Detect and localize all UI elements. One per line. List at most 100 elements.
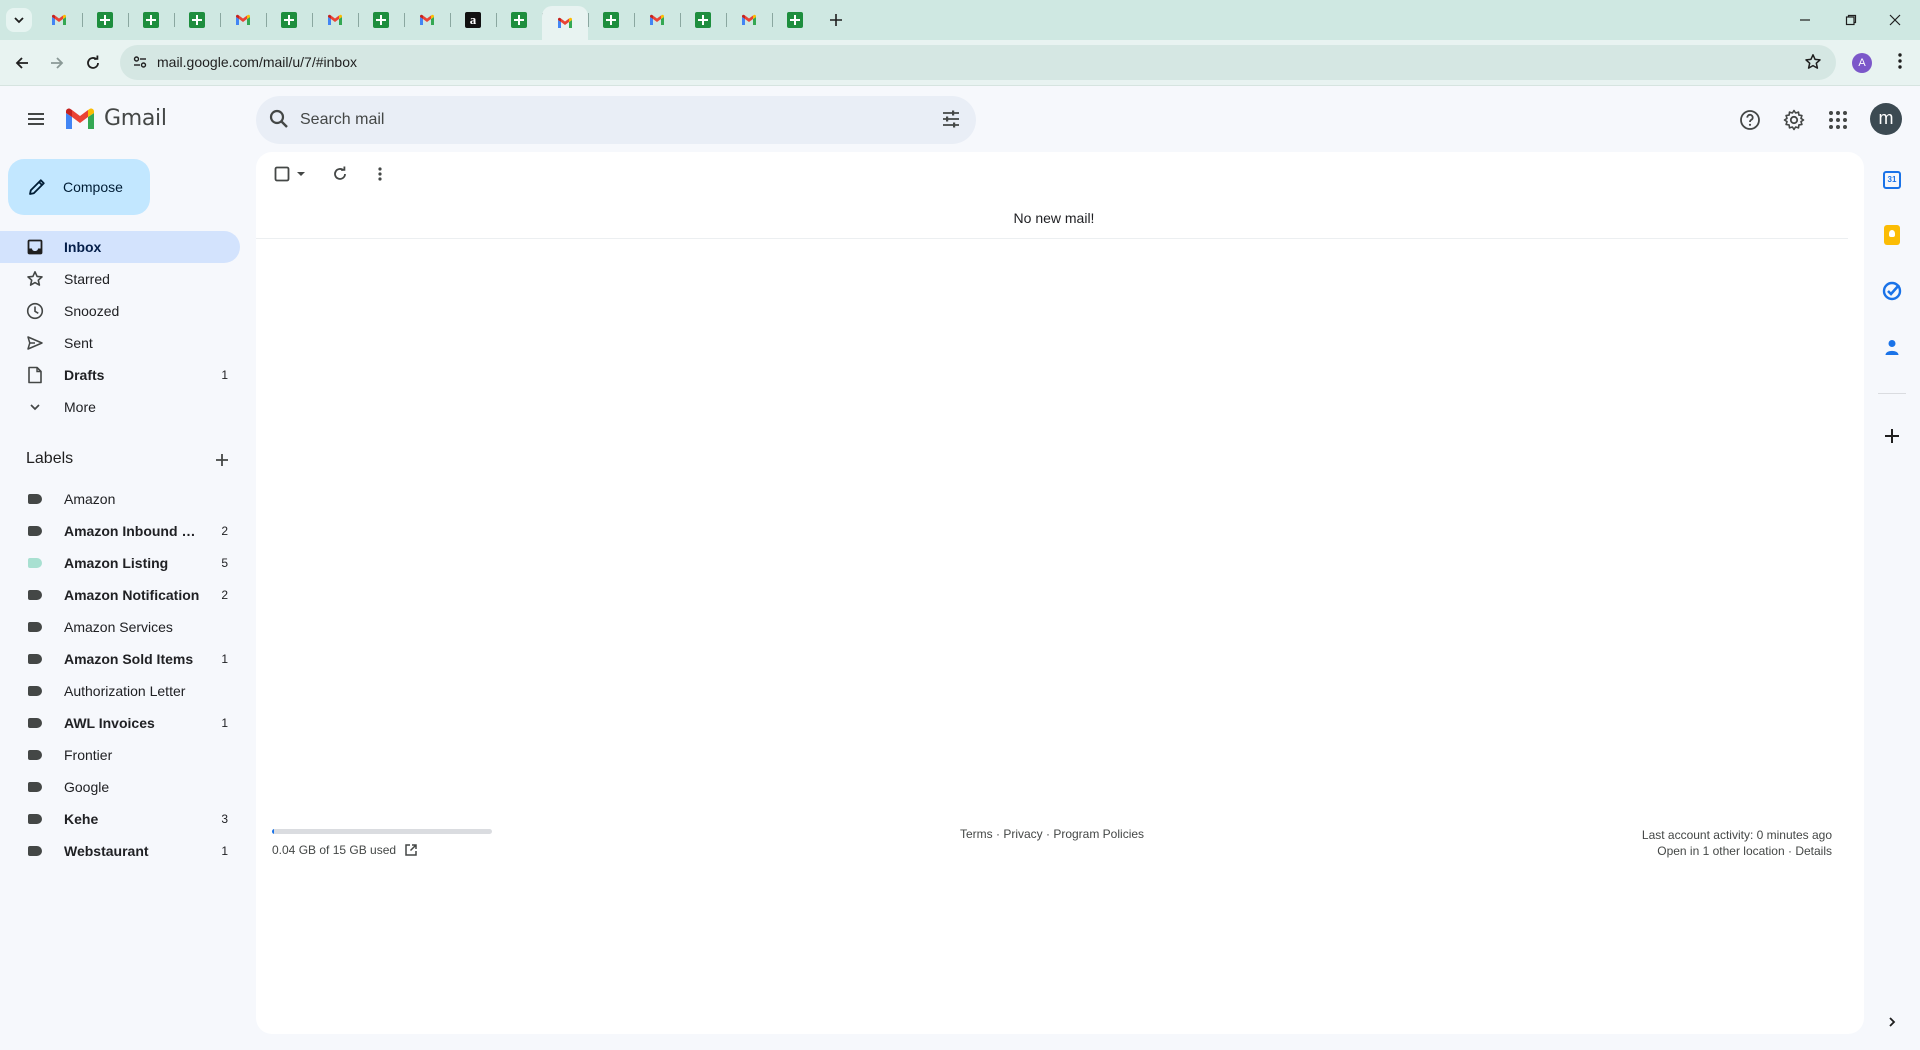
caret-down-icon[interactable] xyxy=(296,169,306,179)
browser-tab-sheets[interactable] xyxy=(82,6,128,34)
compose-button[interactable]: Compose xyxy=(8,159,150,215)
last-activity-text: Last account activity: 0 minutes ago xyxy=(1641,828,1832,842)
label-item[interactable]: Amazon xyxy=(0,483,240,515)
nav-item-label: Sent xyxy=(64,335,93,351)
reload-button[interactable] xyxy=(77,47,109,79)
google-apps-button[interactable] xyxy=(1822,104,1854,136)
label-item[interactable]: AWL Invoices 1 xyxy=(0,707,240,739)
search-bar xyxy=(256,96,976,144)
sheets-favicon-icon xyxy=(143,12,159,28)
show-side-panel-button[interactable] xyxy=(1880,1010,1904,1034)
browser-tab-sheets[interactable] xyxy=(358,6,404,34)
browser-tab-gmail[interactable] xyxy=(220,6,266,34)
site-info-icon[interactable] xyxy=(132,54,148,70)
browser-profile-avatar[interactable]: A xyxy=(1852,53,1872,73)
browser-tab-gmail[interactable] xyxy=(726,6,772,34)
label-item[interactable]: Webstaurant 1 xyxy=(0,835,240,867)
select-all-checkbox[interactable] xyxy=(274,166,306,182)
nav-item-snoozed[interactable]: Snoozed xyxy=(0,295,240,327)
url-text[interactable]: mail.google.com/mail/u/7/#inbox xyxy=(157,54,357,70)
open-in-new-icon[interactable] xyxy=(404,843,418,857)
label-icon-wrap xyxy=(26,554,44,572)
label-tag-icon xyxy=(28,494,42,504)
address-bar[interactable]: mail.google.com/mail/u/7/#inbox xyxy=(120,45,1836,80)
sheets-favicon-icon xyxy=(281,12,297,28)
settings-button[interactable] xyxy=(1778,104,1810,136)
search-button[interactable] xyxy=(268,108,290,135)
browser-tab-sheets[interactable] xyxy=(680,6,726,34)
browser-menu-icon[interactable] xyxy=(1890,51,1910,71)
contacts-app-button[interactable] xyxy=(1880,335,1904,359)
label-item[interactable]: Google xyxy=(0,771,240,803)
browser-tab-gmail[interactable] xyxy=(634,6,680,34)
new-tab-button[interactable] xyxy=(824,8,848,32)
nav-item-label: Starred xyxy=(64,271,110,287)
arrow-left-icon xyxy=(15,57,28,69)
reload-icon xyxy=(87,55,99,69)
label-item[interactable]: Amazon Listing 5 xyxy=(0,547,240,579)
checkbox-icon xyxy=(274,166,290,182)
gmail-logo[interactable]: Gmail xyxy=(64,106,167,131)
nav-item-inbox[interactable]: Inbox xyxy=(0,231,240,263)
main-menu-button[interactable] xyxy=(20,103,52,135)
label-item[interactable]: Amazon Notification 2 xyxy=(0,579,240,611)
minimize-button[interactable] xyxy=(1790,8,1820,32)
clock-icon xyxy=(26,302,44,320)
account-avatar[interactable]: m xyxy=(1870,103,1902,135)
search-input[interactable] xyxy=(300,106,900,134)
keep-app-button[interactable] xyxy=(1880,223,1904,247)
browser-tab-sheets[interactable] xyxy=(588,6,634,34)
nav-item-more[interactable]: More xyxy=(0,391,240,423)
nav-item-starred[interactable]: Starred xyxy=(0,263,240,295)
back-button[interactable] xyxy=(6,47,38,79)
forward-button[interactable] xyxy=(41,47,73,79)
chevron-down-icon xyxy=(26,398,44,416)
tasks-app-button[interactable] xyxy=(1880,279,1904,303)
sheets-favicon-icon xyxy=(511,12,527,28)
label-icon-wrap xyxy=(26,778,44,796)
minimize-icon xyxy=(1800,19,1810,21)
label-item[interactable]: Frontier xyxy=(0,739,240,771)
compose-label: Compose xyxy=(63,179,123,195)
browser-tab-sheets[interactable] xyxy=(128,6,174,34)
browser-tab-amazon[interactable]: a xyxy=(450,6,496,34)
details-link[interactable]: Open in 1 other location · Details xyxy=(1642,843,1832,859)
browser-tab-gmail[interactable] xyxy=(404,6,450,34)
label-item[interactable]: Kehe 3 xyxy=(0,803,240,835)
label-name: Amazon Notification xyxy=(64,587,200,603)
label-item[interactable]: Amazon Inbound Shipments 2 xyxy=(0,515,240,547)
calendar-app-button[interactable]: 31 xyxy=(1880,168,1904,192)
more-actions-button[interactable] xyxy=(372,166,388,187)
label-name: Amazon Listing xyxy=(64,555,169,571)
close-window-button[interactable] xyxy=(1880,8,1910,32)
refresh-button[interactable] xyxy=(332,166,348,187)
browser-tab-gmail[interactable] xyxy=(36,6,82,34)
browser-tab-sheets[interactable] xyxy=(496,6,542,34)
browser-tab-gmail[interactable] xyxy=(542,6,588,40)
label-item[interactable]: Amazon Sold Items 1 xyxy=(0,643,240,675)
bookmark-star-icon[interactable] xyxy=(1804,53,1822,71)
support-button[interactable] xyxy=(1734,104,1766,136)
sheets-favicon-icon xyxy=(373,12,389,28)
search-options-button[interactable] xyxy=(940,108,962,135)
browser-tab-sheets[interactable] xyxy=(174,6,220,34)
label-icon-wrap xyxy=(26,810,44,828)
gmail-favicon-icon xyxy=(558,17,572,28)
restore-button[interactable] xyxy=(1836,8,1866,32)
create-label-button[interactable] xyxy=(210,448,234,472)
footer-links[interactable]: Terms · Privacy · Program Policies xyxy=(960,827,1144,841)
hamburger-menu-icon xyxy=(28,113,44,125)
browser-tab-gmail[interactable] xyxy=(312,6,358,34)
label-icon-wrap xyxy=(26,618,44,636)
get-addons-button[interactable] xyxy=(1880,424,1904,448)
nav-item-drafts[interactable]: Drafts 1 xyxy=(0,359,240,391)
label-icon-wrap xyxy=(26,682,44,700)
label-name: Amazon Inbound Shipments xyxy=(64,523,204,539)
label-item[interactable]: Authorization Letter xyxy=(0,675,240,707)
nav-item-sent[interactable]: Sent xyxy=(0,327,240,359)
gmail-logo-text: Gmail xyxy=(104,106,167,131)
label-item[interactable]: Amazon Services xyxy=(0,611,240,643)
tab-search-button[interactable] xyxy=(6,8,32,32)
browser-tab-sheets[interactable] xyxy=(266,6,312,34)
browser-tab-sheets[interactable] xyxy=(772,6,818,34)
